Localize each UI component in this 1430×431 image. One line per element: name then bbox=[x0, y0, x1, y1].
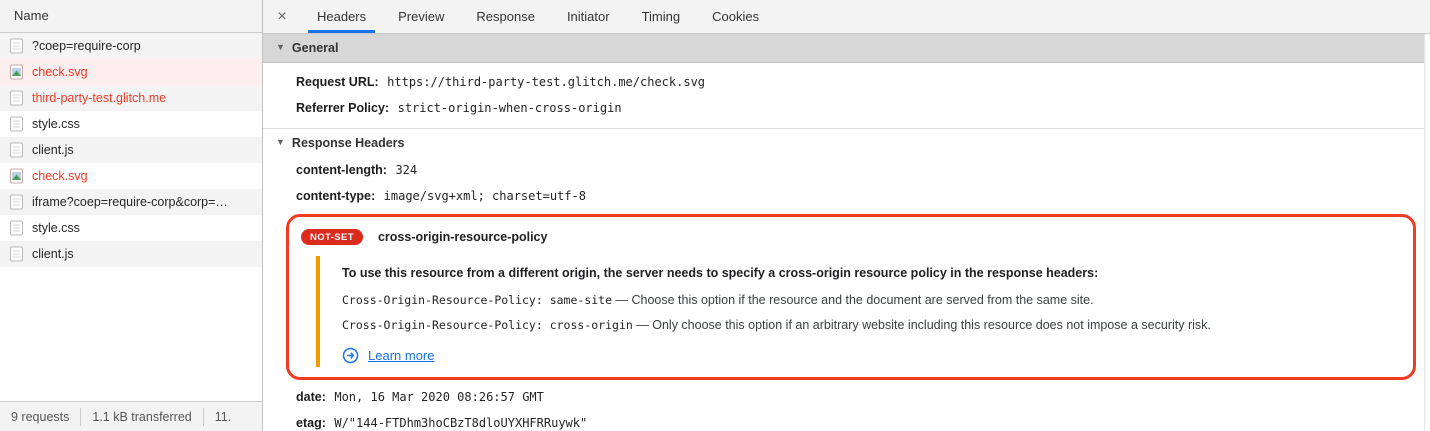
response-headers-section-header[interactable]: ▼ Response Headers bbox=[263, 128, 1424, 157]
request-row-error[interactable]: check.svg bbox=[0, 163, 262, 189]
request-name: style.css bbox=[32, 117, 80, 131]
document-icon bbox=[9, 142, 24, 158]
tab-initiator[interactable]: Initiator bbox=[558, 0, 619, 33]
transferred-size: 1.1 kB transferred bbox=[81, 408, 203, 426]
document-icon bbox=[9, 220, 24, 236]
header-line-request-url: Request URL: https://third-party-test.gl… bbox=[263, 69, 1430, 95]
document-icon bbox=[9, 38, 24, 54]
requests-sidebar: Name ?coep=require-corp check.svg third-… bbox=[0, 0, 263, 431]
header-key: Request URL: bbox=[296, 75, 379, 89]
header-value: image/svg+xml; charset=utf-8 bbox=[384, 189, 586, 203]
tab-headers[interactable]: Headers bbox=[308, 0, 375, 33]
requests-count: 9 requests bbox=[0, 408, 81, 426]
advice-option-cross-origin: Cross-Origin-Resource-Policy: cross-orig… bbox=[342, 313, 1399, 338]
document-icon bbox=[9, 90, 24, 106]
header-key: date: bbox=[296, 390, 326, 404]
tab-preview[interactable]: Preview bbox=[389, 0, 453, 33]
header-key: etag: bbox=[296, 416, 326, 430]
open-link-arrow-icon bbox=[342, 347, 359, 364]
missing-header-highlight-box: NOT-SET cross-origin-resource-policy To … bbox=[286, 214, 1416, 380]
request-name: style.css bbox=[32, 221, 80, 235]
header-value: W/"144-FTDhm3hoCBzT8dloUYXHFRRuywk" bbox=[334, 416, 587, 430]
section-title: General bbox=[292, 41, 339, 55]
document-icon bbox=[9, 116, 24, 132]
request-row[interactable]: client.js bbox=[0, 137, 262, 163]
advice-intro-text: To use this resource from a different or… bbox=[342, 264, 1399, 282]
chevron-down-icon: ▼ bbox=[276, 137, 285, 147]
header-value: strict-origin-when-cross-origin bbox=[398, 101, 622, 115]
header-value: https://third-party-test.glitch.me/check… bbox=[387, 75, 705, 89]
request-name: check.svg bbox=[32, 65, 88, 79]
request-name: check.svg bbox=[32, 169, 88, 183]
request-name: ?coep=require-corp bbox=[32, 39, 141, 53]
header-value: 324 bbox=[395, 163, 417, 177]
request-row[interactable]: style.css bbox=[0, 215, 262, 241]
header-line-content-type: content-type: image/svg+xml; charset=utf… bbox=[263, 183, 1430, 209]
request-name: client.js bbox=[32, 247, 74, 261]
tab-timing[interactable]: Timing bbox=[633, 0, 690, 33]
header-line-etag: etag: W/"144-FTDhm3hoCBzT8dloUYXHFRRuywk… bbox=[263, 410, 1430, 431]
section-title: Response Headers bbox=[292, 136, 405, 150]
tab-cookies[interactable]: Cookies bbox=[703, 0, 768, 33]
name-column-header[interactable]: Name bbox=[0, 0, 262, 33]
header-line-date: date: Mon, 16 Mar 2020 08:26:57 GMT bbox=[263, 384, 1430, 410]
document-icon bbox=[9, 194, 24, 210]
close-icon[interactable]: × bbox=[263, 0, 301, 33]
header-key: content-type: bbox=[296, 189, 375, 203]
document-icon bbox=[9, 246, 24, 262]
image-file-icon bbox=[9, 64, 24, 80]
scrollbar-gutter[interactable] bbox=[1424, 34, 1430, 431]
request-name: iframe?coep=require-corp&corp=… bbox=[32, 195, 228, 209]
header-line-referrer-policy: Referrer Policy: strict-origin-when-cros… bbox=[263, 95, 1430, 121]
header-code: Cross-Origin-Resource-Policy: same-site bbox=[342, 293, 612, 307]
request-row[interactable]: client.js bbox=[0, 241, 262, 267]
image-file-icon bbox=[9, 168, 24, 184]
request-row[interactable]: iframe?coep=require-corp&corp=… bbox=[0, 189, 262, 215]
request-name: third-party-test.glitch.me bbox=[32, 91, 166, 105]
tab-response[interactable]: Response bbox=[467, 0, 544, 33]
header-advice-callout: To use this resource from a different or… bbox=[316, 256, 1399, 367]
missing-header-name: cross-origin-resource-policy bbox=[378, 230, 548, 244]
request-row-error-selected[interactable]: check.svg bbox=[0, 59, 262, 85]
header-value: Mon, 16 Mar 2020 08:26:57 GMT bbox=[334, 390, 544, 404]
resources-size: 11. bbox=[204, 408, 242, 426]
details-tabbar: × Headers Preview Response Initiator Tim… bbox=[263, 0, 1430, 34]
devtools-network-panel: Name ?coep=require-corp check.svg third-… bbox=[0, 0, 1430, 431]
advice-option-same-site: Cross-Origin-Resource-Policy: same-site … bbox=[342, 288, 1399, 313]
request-name: client.js bbox=[32, 143, 74, 157]
learn-more-link[interactable]: Learn more bbox=[368, 348, 434, 363]
request-row[interactable]: ?coep=require-corp bbox=[0, 33, 262, 59]
chevron-down-icon: ▼ bbox=[276, 42, 285, 52]
header-key: content-length: bbox=[296, 163, 387, 177]
general-section-header[interactable]: ▼ General bbox=[263, 34, 1424, 63]
request-row[interactable]: style.css bbox=[0, 111, 262, 137]
request-row-error[interactable]: third-party-test.glitch.me bbox=[0, 85, 262, 111]
header-line-content-length: content-length: 324 bbox=[263, 157, 1430, 183]
option-explanation: — Only choose this option if an arbitrar… bbox=[636, 318, 1211, 332]
not-set-badge: NOT-SET bbox=[301, 229, 363, 245]
request-details-panel: × Headers Preview Response Initiator Tim… bbox=[263, 0, 1430, 431]
header-code: Cross-Origin-Resource-Policy: cross-orig… bbox=[342, 318, 633, 332]
option-explanation: — Choose this option if the resource and… bbox=[616, 293, 1094, 307]
network-summary-bar: 9 requests 1.1 kB transferred 11. bbox=[0, 401, 262, 431]
header-key: Referrer Policy: bbox=[296, 101, 389, 115]
